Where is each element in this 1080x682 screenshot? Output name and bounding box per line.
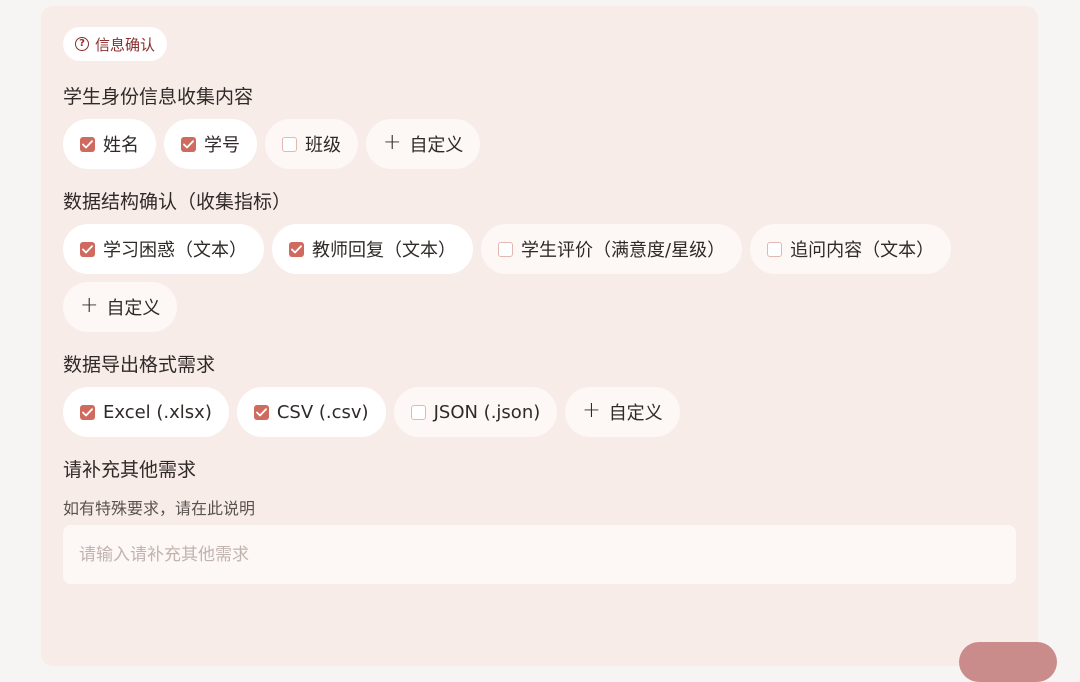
section-title-data-structure: 数据结构确认（收集指标） (63, 191, 292, 213)
badge-label: 信息确认 (95, 35, 156, 54)
data-structure-options: 学习困惑（文本） 教师回复（文本） 学生评价（满意度/星级） 追问内容（文本） (63, 224, 952, 274)
checkbox-checked-icon (80, 241, 95, 257)
checkbox-checked-icon (253, 404, 269, 420)
custom-label: 自定义 (409, 135, 464, 156)
section-title-identity: 学生身份信息收集内容 (63, 86, 254, 108)
custom-label: 自定义 (106, 298, 161, 319)
submit-button[interactable] (959, 642, 1057, 682)
export-format-options: Excel (.xlsx) CSV (.csv) JSON (.json) + … (63, 387, 680, 437)
option-label: 教师回复（文本） (312, 240, 456, 261)
option-student-id[interactable]: 学号 (164, 119, 257, 169)
option-label: 追问内容（文本） (790, 240, 935, 261)
plus-icon: + (383, 130, 402, 155)
option-name[interactable]: 姓名 (63, 119, 156, 169)
option-label: CSV (.csv) (276, 401, 369, 423)
option-label: 学号 (204, 135, 240, 156)
add-custom-button[interactable]: + 自定义 (565, 387, 680, 437)
section-title-extra: 请补充其他需求 (63, 459, 197, 481)
option-label: 学生评价（满意度/星级） (521, 240, 726, 261)
checkbox-checked-icon (80, 136, 95, 152)
option-label: 学习困惑（文本） (103, 240, 247, 261)
checkbox-checked-icon (289, 241, 304, 257)
option-csv[interactable]: CSV (.csv) (236, 387, 386, 437)
add-custom-button[interactable]: + 自定义 (366, 119, 481, 169)
plus-icon: + (582, 398, 601, 423)
option-label: 姓名 (103, 135, 139, 156)
question-circle-icon: ? (75, 37, 89, 51)
option-learning-confusion[interactable]: 学习困惑（文本） (63, 224, 264, 274)
checkbox-checked-icon (181, 136, 196, 152)
option-teacher-reply[interactable]: 教师回复（文本） (272, 224, 473, 274)
extra-hint: 如有特殊要求，请在此说明 (63, 499, 256, 518)
option-class[interactable]: 班级 (265, 119, 358, 169)
identity-options: 姓名 学号 班级 + 自定义 (63, 119, 481, 169)
extra-requirements-input[interactable] (63, 525, 1016, 584)
option-student-rating[interactable]: 学生评价（满意度/星级） (481, 224, 743, 274)
add-custom-button[interactable]: + 自定义 (63, 282, 178, 332)
custom-label: 自定义 (608, 403, 663, 424)
option-json[interactable]: JSON (.json) (393, 387, 558, 437)
checkbox-unchecked-icon (282, 136, 297, 152)
confirmation-panel: ? 信息确认 学生身份信息收集内容 姓名 学号 班级 + 自定义 数据结构确认（… (41, 6, 1057, 682)
option-follow-up[interactable]: 追问内容（文本） (750, 224, 952, 274)
checkbox-unchecked-icon (410, 404, 426, 420)
checkbox-unchecked-icon (767, 241, 783, 257)
checkbox-unchecked-icon (498, 241, 513, 257)
info-confirm-badge: ? 信息确认 (63, 27, 168, 61)
option-label: 班级 (305, 135, 341, 156)
checkbox-checked-icon (80, 404, 95, 420)
option-label: JSON (.json) (433, 401, 541, 423)
data-structure-custom-row: + 自定义 (63, 282, 178, 332)
plus-icon: + (80, 293, 99, 318)
option-label: Excel (.xlsx) (103, 401, 212, 423)
option-excel[interactable]: Excel (.xlsx) (63, 387, 229, 437)
section-title-export-format: 数据导出格式需求 (63, 354, 216, 376)
